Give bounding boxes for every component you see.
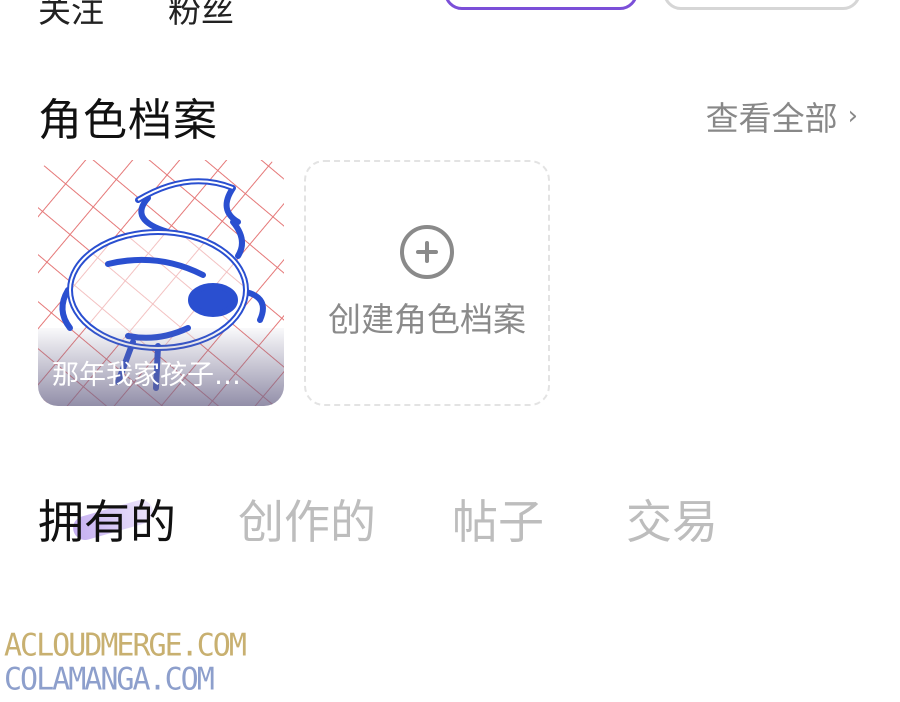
watermark-line-1: ACLOUDMERGE.COM (4, 627, 247, 664)
chevron-right-icon: › (847, 101, 858, 131)
tab-posts[interactable]: 帖子 (452, 486, 544, 552)
followers-stat-label[interactable]: 粉丝 (168, 0, 234, 32)
watermark-line-2: COLAMANGA.COM (4, 661, 215, 698)
tab-trades[interactable]: 交易 (626, 486, 718, 552)
create-character-label: 创建角色档案 (328, 300, 526, 339)
character-name: 那年我家孩子… (52, 360, 241, 391)
tab-owned[interactable]: 拥有的 (38, 486, 176, 552)
following-stat-label[interactable]: 关注 (38, 0, 104, 32)
add-circle-icon (400, 225, 454, 279)
view-all-link[interactable]: 查看全部 › (706, 92, 858, 140)
primary-action-button[interactable] (444, 0, 638, 10)
view-all-label: 查看全部 (705, 99, 838, 138)
create-character-card[interactable]: 创建角色档案 (304, 160, 550, 406)
character-card[interactable]: 那年我家孩子… (38, 160, 284, 406)
character-profiles-title: 角色档案 (38, 95, 218, 146)
secondary-action-button[interactable] (663, 0, 861, 10)
tab-created[interactable]: 创作的 (238, 486, 376, 552)
